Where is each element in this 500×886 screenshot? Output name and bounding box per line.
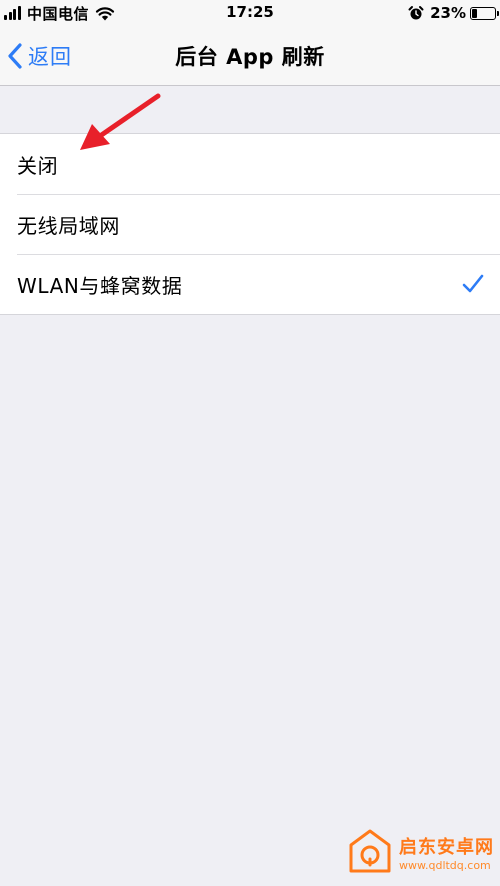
option-label: 关闭 xyxy=(17,153,59,178)
option-label: WLAN与蜂窝数据 xyxy=(17,273,183,298)
status-bar: 中国电信 17:25 23% xyxy=(0,0,500,26)
watermark-name: 启东安卓网 xyxy=(399,836,494,858)
checkmark-icon xyxy=(462,274,484,293)
battery-percent: 23% xyxy=(430,4,466,22)
refresh-options-list: 关闭 无线局域网 WLAN与蜂窝数据 xyxy=(0,133,500,315)
annotation-arrow-icon xyxy=(80,93,161,150)
watermark-logo-icon xyxy=(349,829,391,873)
status-right: 23% xyxy=(408,3,499,23)
option-wifi[interactable]: 无线局域网 xyxy=(0,194,500,254)
option-wlan-cellular[interactable]: WLAN与蜂窝数据 xyxy=(0,254,500,314)
option-label: 无线局域网 xyxy=(17,213,120,238)
navigation-bar: 返回 后台 App 刷新 xyxy=(0,26,500,86)
alarm-icon xyxy=(408,6,424,20)
watermark-url: www.qdltdq.com xyxy=(399,858,491,872)
watermark-text: 启东安卓网 www.qdltdq.com xyxy=(399,833,494,872)
watermark: 启东安卓网 www.qdltdq.com xyxy=(345,824,494,880)
page-title: 后台 App 刷新 xyxy=(175,45,325,69)
settings-screen: 中国电信 17:25 23% 返回 后台 App 刷新 关闭 无线局域网 WLA… xyxy=(0,0,500,886)
battery-icon xyxy=(470,6,499,20)
battery-fill xyxy=(472,8,477,18)
